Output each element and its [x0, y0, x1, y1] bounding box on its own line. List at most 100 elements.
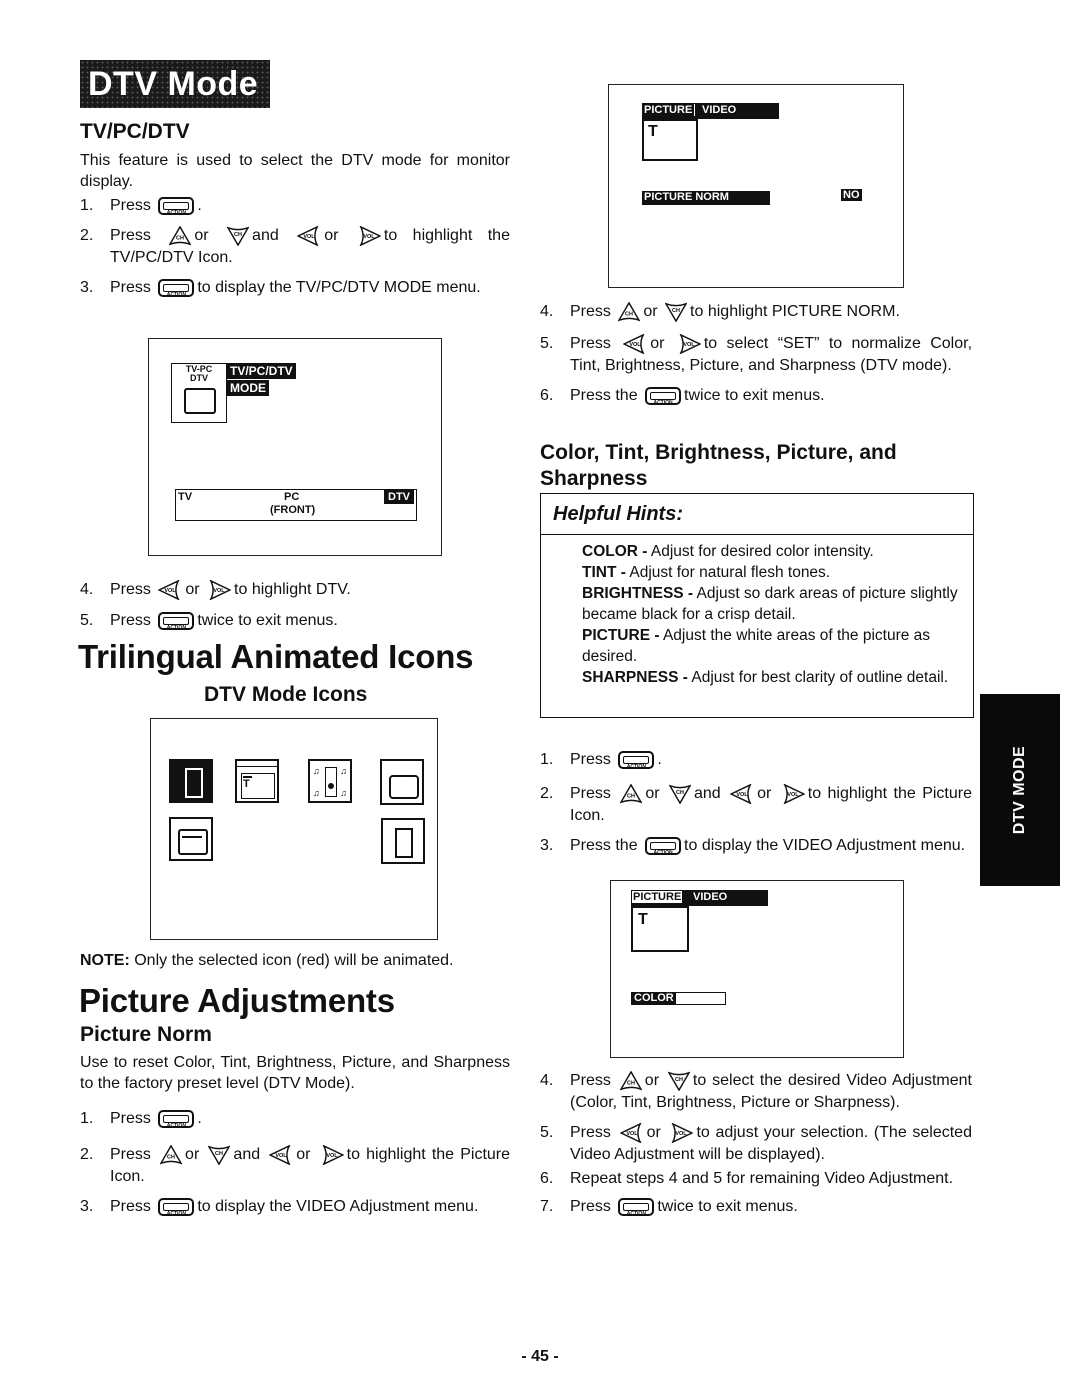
step-text: to highlight PICTURE NORM.: [690, 303, 900, 320]
step-text: or: [646, 1124, 661, 1141]
exit-icon-selected[interactable]: [169, 759, 213, 803]
tv-pc-dtv-icon[interactable]: [380, 759, 424, 805]
mode-option-pc[interactable]: PC: [284, 491, 299, 503]
action-button-icon: ACTION: [645, 386, 682, 406]
icon-label: DTV: [190, 373, 208, 383]
color-item[interactable]: COLOR: [631, 992, 726, 1005]
osd-tab-bar: PICTURE VIDEO: [631, 890, 768, 906]
step: 7. Press ACTION twice to exit menus.: [540, 1196, 972, 1218]
step-number: 5.: [80, 612, 94, 629]
exit-icon[interactable]: [381, 818, 425, 864]
step-text: twice to exit menus.: [657, 1198, 798, 1215]
side-tab-label: DTV MODE: [1011, 745, 1028, 835]
step-text: Press: [110, 197, 151, 214]
step-number: 4.: [540, 1072, 554, 1089]
picture-norm-steps-right: 4. Press or to highlight PICTURE NORM. 5…: [540, 301, 972, 407]
action-button-icon: ACTION: [158, 611, 195, 631]
step: 2. Press or and or to highlight the Pict…: [540, 783, 972, 827]
picture-adjustments-heading: Picture Adjustments: [79, 982, 395, 1019]
step-number: 1.: [80, 1110, 94, 1127]
step-text: Press: [570, 1124, 611, 1141]
ch-down-button-icon: [208, 1145, 230, 1165]
step-text: Press: [570, 1198, 611, 1215]
step: 1. Press ACTION.: [80, 195, 510, 217]
step: 1. Press ACTION.: [540, 749, 972, 771]
step-number: 6.: [540, 387, 554, 404]
step: 3. Press the ACTION to display the VIDEO …: [540, 835, 972, 857]
tvpcdtv-intro: This feature is used to select the DTV m…: [80, 152, 510, 190]
video-adjust-steps-2: 4. Press or to select the desired Video …: [540, 1070, 972, 1218]
step-text: Press the: [570, 387, 638, 404]
step: 4. Press or to highlight DTV.: [80, 579, 510, 601]
hint-item: SHARPNESS - Adjust for best clarity of o…: [582, 669, 949, 686]
action-button-icon: ACTION: [158, 1109, 195, 1129]
side-section-tab: DTV MODE: [980, 694, 1060, 886]
page-number: - 45 -: [521, 1348, 559, 1365]
picture-osd-icon: T: [631, 906, 689, 952]
step-text: .: [197, 197, 202, 214]
step-text: or: [185, 1146, 200, 1163]
section-banner: DTV Mode: [80, 60, 270, 108]
note-text: Only the selected icon (red) will be ani…: [134, 952, 454, 969]
picture-norm-item[interactable]: PICTURE NORM: [642, 191, 770, 205]
tvpcdtv-mode-screen: TV-PC DTV TV/PC/DTV MODE TV PC (FRONT) D…: [148, 338, 442, 556]
step-number: 4.: [540, 303, 554, 320]
hint-item: TINT - Adjust for natural flesh tones.: [582, 564, 831, 581]
mode-option-dtv-selected[interactable]: DTV: [384, 490, 414, 504]
step-text: Press: [110, 1110, 151, 1127]
picture-norm-value[interactable]: NO: [841, 189, 862, 201]
vol-right-button-icon: [357, 226, 381, 246]
ch-up-button-icon: [620, 784, 642, 804]
step-text: or: [644, 1072, 660, 1089]
step-text: or: [194, 227, 209, 244]
note-label: NOTE:: [80, 952, 130, 969]
step-number: 1.: [540, 751, 554, 768]
picture-norm-intro: Use to reset Color, Tint, Brightness, Pi…: [80, 1054, 510, 1092]
color-tint-heading: Color, Tint, Brightness, Picture, and Sh…: [540, 441, 897, 490]
hints-body: COLOR - Adjust for desired color intensi…: [540, 535, 974, 718]
step-number: 3.: [80, 279, 94, 296]
step-number: 2.: [540, 785, 554, 802]
hint-item: BRIGHTNESS - Adjust so dark areas of pic…: [582, 585, 958, 623]
audio-icon[interactable]: ♫ ♫ ♫ ♫: [308, 759, 352, 803]
osd-tab-video[interactable]: VIDEO: [693, 891, 727, 903]
step-number: 1.: [80, 197, 94, 214]
step-text: Press: [110, 227, 151, 244]
picture-osd-icon: T: [642, 119, 698, 161]
vol-left-button-icon: [158, 580, 182, 600]
action-button-icon: ACTION: [158, 278, 195, 298]
picture-norm-steps: 1. Press ACTION. 2. Press or and or to h…: [80, 1108, 510, 1218]
step-text: Press: [570, 751, 611, 768]
action-button-icon: ACTION: [618, 1197, 655, 1217]
ch-up-button-icon: [618, 302, 640, 322]
step-number: 5.: [540, 335, 554, 352]
vol-right-button-icon: [781, 784, 805, 804]
step-text: Press the: [570, 837, 638, 854]
osd-tab-picture[interactable]: PICTURE: [632, 891, 683, 903]
picture-icon[interactable]: T: [235, 759, 279, 803]
trilingual-subheading: DTV Mode Icons: [204, 683, 368, 706]
step-text: or: [296, 1146, 311, 1163]
osd-tab-picture[interactable]: PICTURE: [644, 104, 696, 116]
ch-down-button-icon: [227, 226, 249, 246]
tvpcdtv-heading: TV/PC/DTV: [80, 120, 190, 143]
step-text: Press: [570, 303, 611, 320]
step-text: to display the VIDEO Adjustment menu.: [684, 837, 966, 854]
hint-item: PICTURE - Adjust the white areas of the …: [582, 627, 931, 665]
step-text: Press: [110, 581, 151, 598]
step-text: or: [643, 303, 658, 320]
osd-tab-video[interactable]: VIDEO: [702, 104, 736, 116]
step-text: or: [650, 335, 665, 352]
step-number: 5.: [540, 1124, 554, 1141]
step-number: 2.: [80, 227, 94, 244]
setup-icon[interactable]: [169, 817, 213, 861]
step-number: 7.: [540, 1198, 554, 1215]
step-number: 3.: [540, 837, 554, 854]
step-text: .: [657, 751, 662, 768]
hint-item: COLOR - Adjust for desired color intensi…: [582, 543, 874, 560]
menu-title: MODE: [227, 380, 269, 396]
ch-up-button-icon: [169, 226, 191, 246]
step: 3. Press ACTION to display the TV/PC/DTV …: [80, 277, 510, 299]
dtv-mode-icons-screen: T ♫ ♫ ♫ ♫: [150, 718, 438, 940]
mode-option-tv[interactable]: TV: [178, 491, 192, 503]
